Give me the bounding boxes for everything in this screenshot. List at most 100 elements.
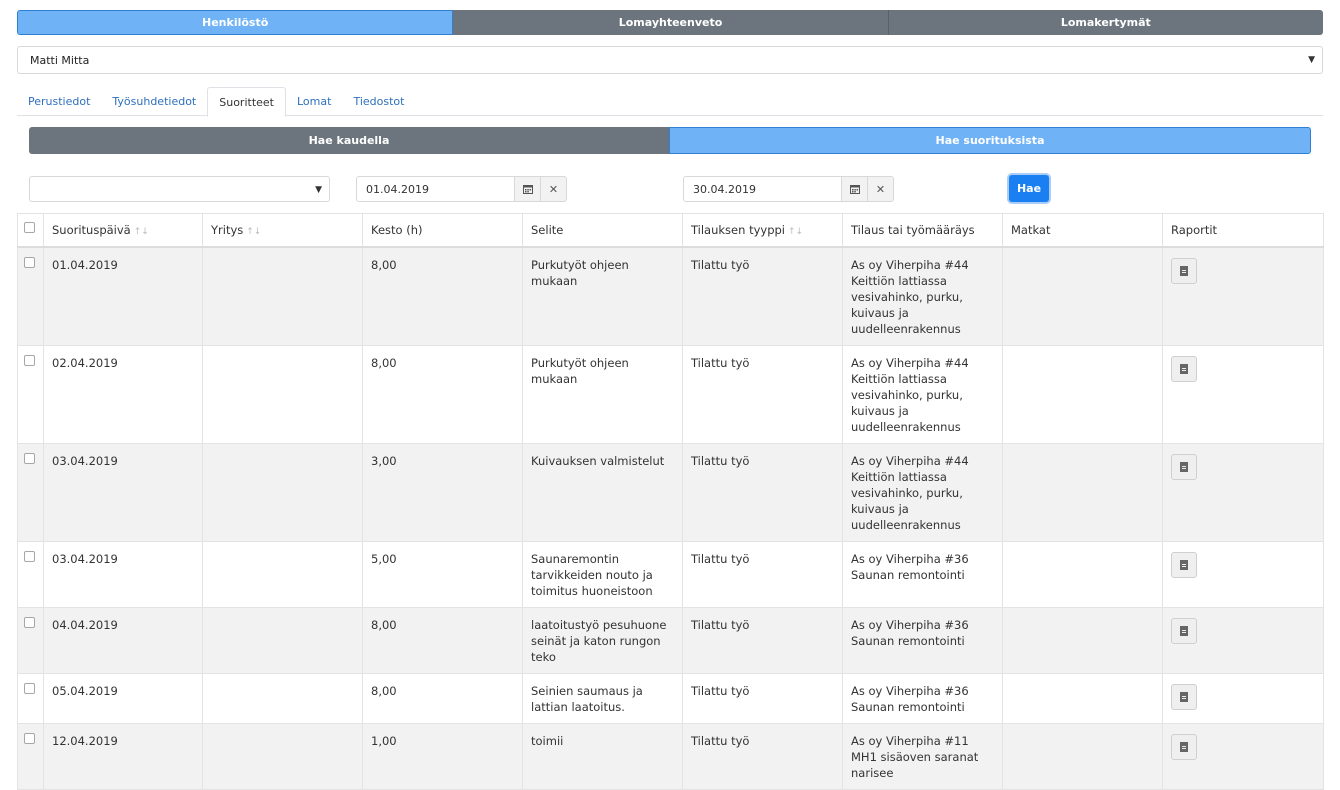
table-row: 03.04.2019 5,00 Saunaremontin tarvikkeiden… — [17, 540, 1324, 608]
cell-hours: 8,00 — [362, 344, 523, 444]
search-by-entries-button[interactable]: Hae suorituksista — [669, 127, 1311, 154]
file-icon — [1180, 461, 1188, 472]
cell-trips — [1002, 672, 1163, 724]
row-checkbox[interactable] — [17, 344, 44, 444]
select-all-checkbox[interactable] — [17, 213, 44, 248]
cell-reports — [1162, 246, 1324, 346]
tab-lomayhteenveto[interactable]: Lomayhteenveto — [453, 10, 889, 35]
cell-trips — [1002, 606, 1163, 674]
cell-trips — [1002, 246, 1163, 346]
table-row: 02.04.2019 8,00 Purkutyöt ohjeen mukaan Til… — [17, 344, 1324, 444]
clear-icon[interactable]: ✕ — [868, 176, 894, 202]
sub-tabs: Perustiedot Työsuhdetiedot Suoritteet Lo… — [17, 87, 1323, 117]
report-button[interactable] — [1171, 733, 1197, 760]
cell-trips — [1002, 540, 1163, 608]
cell-date: 02.04.2019 — [43, 344, 203, 444]
report-button[interactable] — [1171, 551, 1197, 578]
cell-date: 12.04.2019 — [43, 722, 203, 790]
caret-down-icon: ▼ — [1308, 55, 1315, 65]
cell-date: 05.04.2019 — [43, 672, 203, 724]
row-checkbox[interactable] — [17, 672, 44, 724]
header-yritys[interactable]: Yritys ↑↓ — [202, 213, 363, 248]
cell-company — [202, 344, 363, 444]
cell-company — [202, 722, 363, 790]
cell-date: 03.04.2019 — [43, 540, 203, 608]
row-checkbox[interactable] — [17, 606, 44, 674]
search-by-period-button[interactable]: Hae kaudella — [29, 127, 669, 154]
cell-date: 01.04.2019 — [43, 246, 203, 346]
sort-icon: ↑↓ — [246, 227, 262, 237]
cell-order: As oy Viherpiha #36 Saunan remontointi — [842, 540, 1003, 608]
file-icon — [1180, 741, 1188, 752]
cell-hours: 1,00 — [362, 722, 523, 790]
sort-icon: ↑↓ — [133, 227, 149, 237]
tab-lomakertymat[interactable]: Lomakertymät — [888, 10, 1323, 35]
start-date-group: 01.04.2019 ✕ — [356, 176, 567, 202]
table-row: 05.04.2019 8,00 Seinien saumaus ja lattian… — [17, 672, 1324, 724]
tab-henkilosto[interactable]: Henkilöstö — [17, 10, 454, 35]
file-icon — [1180, 691, 1188, 702]
report-button[interactable] — [1171, 683, 1197, 710]
cell-reports — [1162, 540, 1324, 608]
entries-table: Suorituspäivä ↑↓ Yritys ↑↓ Kesto (h) Selit… — [17, 213, 1324, 790]
tab-suoritteet[interactable]: Suoritteet — [207, 87, 286, 117]
report-button[interactable] — [1171, 257, 1197, 284]
report-button[interactable] — [1171, 355, 1197, 382]
row-checkbox[interactable] — [17, 722, 44, 790]
cell-description: Seinien saumaus ja lattian laatoitus. — [522, 672, 683, 724]
cell-order-type: Tilattu työ — [682, 672, 843, 724]
row-checkbox[interactable] — [17, 442, 44, 542]
table-row: 12.04.2019 1,00 toimii Tilattu työ As oy Vih… — [17, 722, 1324, 790]
cell-order: As oy Viherpiha #44 Keittiön lattiassa v… — [842, 246, 1003, 346]
table-row: 03.04.2019 3,00 Kuivauksen valmistelut Tila… — [17, 442, 1324, 542]
report-button[interactable] — [1171, 453, 1197, 480]
cell-description: Purkutyöt ohjeen mukaan — [522, 344, 683, 444]
calendar-icon[interactable] — [842, 176, 868, 202]
cell-hours: 8,00 — [362, 672, 523, 724]
cell-company — [202, 442, 363, 542]
cell-order-type: Tilattu työ — [682, 722, 843, 790]
cell-description: Purkutyöt ohjeen mukaan — [522, 246, 683, 346]
cell-order-type: Tilattu työ — [682, 442, 843, 542]
cell-reports — [1162, 722, 1324, 790]
header-tilaus: Tilaus tai työmääräys — [842, 213, 1003, 248]
cell-trips — [1002, 722, 1163, 790]
cell-description: Saunaremontin tarvikkeiden nouto ja toim… — [522, 540, 683, 608]
row-checkbox[interactable] — [17, 246, 44, 346]
cell-order: As oy Viherpiha #11 MH1 sisäoven saranat… — [842, 722, 1003, 790]
report-button[interactable] — [1171, 617, 1197, 644]
calendar-icon[interactable] — [515, 176, 541, 202]
cell-date: 04.04.2019 — [43, 606, 203, 674]
cell-company — [202, 540, 363, 608]
table-row: 01.04.2019 8,00 Purkutyöt ohjeen mukaan Til… — [17, 246, 1324, 346]
cell-hours: 3,00 — [362, 442, 523, 542]
table-row: 04.04.2019 8,00 laatoitustyö pesuhuone sei… — [17, 606, 1324, 674]
header-matkat: Matkat — [1002, 213, 1163, 248]
cell-order-type: Tilattu työ — [682, 606, 843, 674]
search-button[interactable]: Hae — [1009, 175, 1049, 202]
start-date-input[interactable]: 01.04.2019 — [356, 176, 515, 202]
tab-tyosuhdetiedot[interactable]: Työsuhdetiedot — [101, 87, 207, 116]
file-icon — [1180, 625, 1188, 636]
cell-reports — [1162, 442, 1324, 542]
end-date-input[interactable]: 30.04.2019 — [683, 176, 842, 202]
tab-tiedostot[interactable]: Tiedostot — [342, 87, 415, 116]
person-select[interactable]: Matti Mitta ▼ — [17, 46, 1323, 74]
header-kesto: Kesto (h) — [362, 213, 523, 248]
row-checkbox[interactable] — [17, 540, 44, 608]
cell-order-type: Tilattu työ — [682, 344, 843, 444]
filter-select[interactable]: ▼ — [29, 176, 330, 202]
cell-description: laatoitustyö pesuhuone seinät ja katon r… — [522, 606, 683, 674]
header-suorituspaiva[interactable]: Suorituspäivä ↑↓ — [43, 213, 203, 248]
search-mode-toggle: Hae kaudella Hae suorituksista — [29, 127, 1311, 154]
cell-company — [202, 246, 363, 346]
tab-perustiedot[interactable]: Perustiedot — [17, 87, 101, 116]
cell-order: As oy Viherpiha #36 Saunan remontointi — [842, 672, 1003, 724]
header-tilauksen-tyyppi[interactable]: Tilauksen tyyppi ↑↓ — [682, 213, 843, 248]
cell-description: toimii — [522, 722, 683, 790]
header-selite: Selite — [522, 213, 683, 248]
cell-company — [202, 672, 363, 724]
tab-lomat[interactable]: Lomat — [286, 87, 342, 116]
clear-icon[interactable]: ✕ — [541, 176, 567, 202]
end-date-group: 30.04.2019 ✕ — [683, 176, 894, 202]
